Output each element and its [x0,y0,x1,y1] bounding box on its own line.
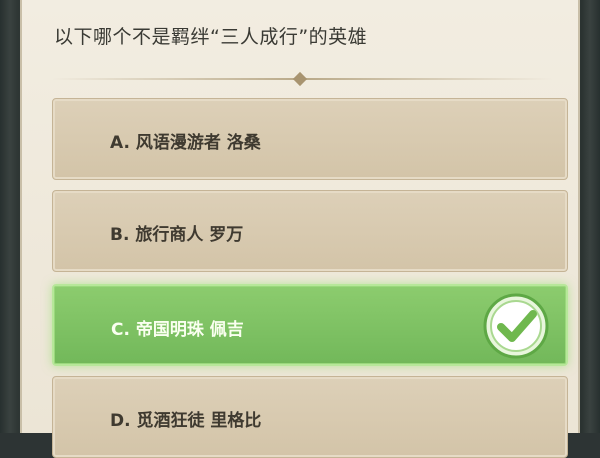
option-b[interactable]: B. 旅行商人 罗万 [52,190,568,272]
option-b-label: B. 旅行商人 罗万 [110,225,244,245]
option-d-label: D. 觅酒狂徒 里格比 [110,411,262,431]
option-d[interactable]: D. 觅酒狂徒 里格比 [52,376,568,458]
quiz-panel: 以下哪个不是羁绊“三人成行”的英雄 A. 风语漫游者 洛桑 B. 旅行商人 罗万… [20,0,580,458]
option-c[interactable]: C. 帝国明珠 佩吉 [52,284,568,366]
option-a[interactable]: A. 风语漫游者 洛桑 [52,98,568,180]
question-text: 以下哪个不是羁绊“三人成行”的英雄 [54,26,368,48]
option-c-label: C. 帝国明珠 佩吉 [111,320,244,340]
option-a-label: A. 风语漫游者 洛桑 [110,133,261,153]
checkmark-icon [483,293,549,359]
divider-ornament [292,71,308,87]
